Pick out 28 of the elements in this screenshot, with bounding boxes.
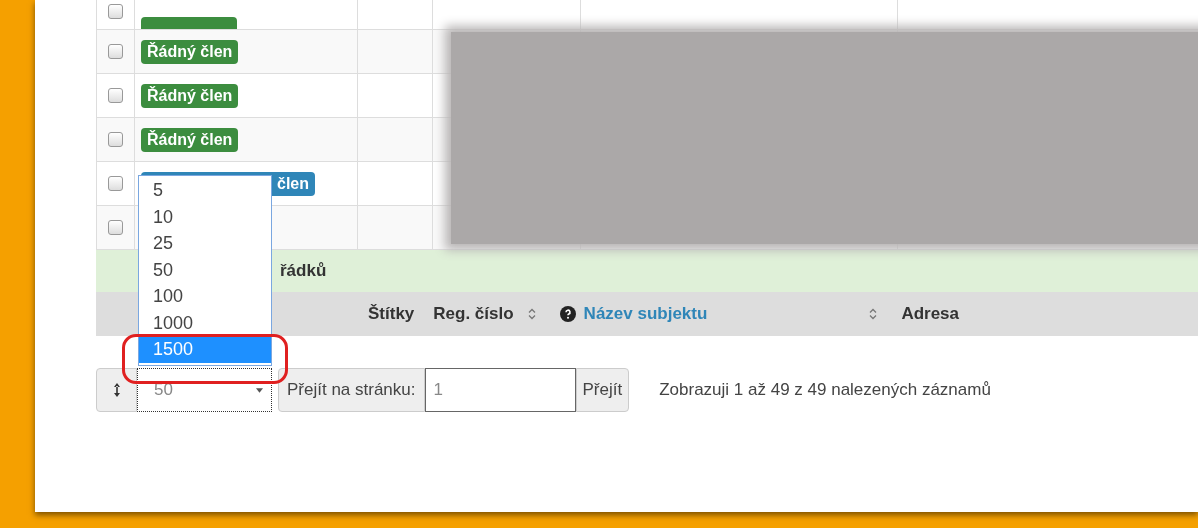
row-checkbox[interactable] bbox=[108, 88, 123, 103]
page-size-option[interactable]: 10 bbox=[139, 203, 271, 230]
sort-icon[interactable] bbox=[527, 308, 536, 320]
page-input[interactable]: 1 bbox=[424, 368, 576, 412]
column-header: Adresa bbox=[901, 304, 959, 324]
column-header: Reg. číslo bbox=[433, 304, 514, 324]
dropdown-caret-icon bbox=[256, 387, 263, 393]
row-checkbox[interactable] bbox=[108, 132, 123, 147]
vertical-arrows-icon bbox=[112, 382, 121, 398]
row-checkbox[interactable] bbox=[108, 176, 123, 191]
row-checkbox[interactable] bbox=[108, 220, 123, 235]
member-badge: Řádný člen bbox=[141, 39, 239, 64]
page-size-option[interactable]: 50 bbox=[139, 256, 271, 283]
page-size-option[interactable]: 1000 bbox=[139, 309, 271, 336]
resize-button[interactable] bbox=[96, 368, 137, 412]
page-size-option[interactable]: 25 bbox=[139, 230, 271, 257]
member-badge: Řádný člen bbox=[141, 83, 239, 108]
sort-icon[interactable] bbox=[869, 308, 878, 320]
row-checkbox[interactable] bbox=[108, 44, 123, 59]
help-icon[interactable] bbox=[559, 306, 576, 322]
row-count-text: řádků bbox=[280, 261, 327, 281]
goto-button[interactable]: Přejít bbox=[575, 368, 630, 412]
goto-label: Přejít na stránku: bbox=[278, 368, 425, 412]
row-checkbox[interactable] bbox=[108, 4, 123, 19]
column-header: Štítky bbox=[368, 304, 415, 324]
page-size-option[interactable]: 100 bbox=[139, 283, 271, 310]
member-badge: Řádný člen bbox=[141, 127, 239, 152]
records-info: Zobrazuji 1 až 49 z 49 nalezených záznamů bbox=[659, 380, 991, 400]
